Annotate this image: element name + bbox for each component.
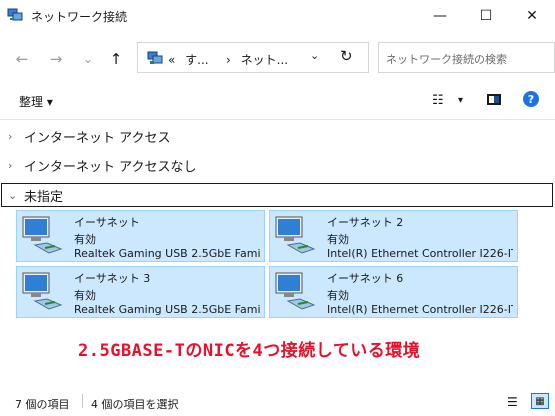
change-view-icon[interactable]: ☷ bbox=[432, 93, 444, 108]
adapter-tile[interactable]: イーサネット 2 有効 Intel(R) Ethernet Controller… bbox=[269, 210, 518, 262]
adapter-status: 有効 bbox=[74, 289, 96, 302]
adapter-device: Intel(R) Ethernet Controller I226-IT bbox=[327, 247, 513, 260]
adapter-tile[interactable]: イーサネット 3 有効 Realtek Gaming USB 2.5GbE Fa… bbox=[16, 266, 265, 318]
network-connections-app-icon bbox=[7, 8, 23, 21]
forward-button[interactable]: → bbox=[45, 49, 67, 69]
close-icon: ✕ bbox=[526, 8, 538, 24]
adapter-name: イーサネット 3 bbox=[74, 272, 151, 285]
forward-arrow-icon: → bbox=[49, 50, 63, 68]
group-label: 未指定 bbox=[24, 189, 64, 205]
minimize-icon: — bbox=[433, 8, 447, 24]
close-button[interactable]: ✕ bbox=[509, 0, 555, 32]
address-history-button[interactable]: ⌄ bbox=[310, 49, 319, 62]
adapter-name: イーサネット bbox=[74, 216, 140, 229]
view-options-chevron-icon[interactable]: ▾ bbox=[458, 95, 463, 106]
ethernet-adapter-icon bbox=[275, 216, 316, 254]
breadcrumb-item[interactable]: す... bbox=[185, 53, 208, 67]
details-view-icon[interactable]: ☰ bbox=[507, 395, 518, 409]
adapter-device: Realtek Gaming USB 2.5GbE Famil... bbox=[74, 303, 260, 316]
ethernet-adapter-icon bbox=[275, 272, 316, 310]
network-connections-icon bbox=[147, 51, 163, 64]
group-header-no-internet-access[interactable]: › インターネット アクセスなし bbox=[6, 153, 551, 177]
maximize-icon: ☐ bbox=[479, 8, 493, 24]
group-header-unspecified[interactable]: ⌄ 未指定 bbox=[1, 183, 553, 207]
command-bar bbox=[0, 84, 555, 120]
chevron-down-icon: ⌄ bbox=[310, 49, 320, 62]
chevron-right-icon: › bbox=[8, 158, 13, 172]
organize-menu-button[interactable]: 整理 ▾ bbox=[19, 93, 53, 110]
up-button[interactable]: ↑ bbox=[105, 49, 127, 69]
group-header-internet-access[interactable]: › インターネット アクセス bbox=[6, 124, 551, 148]
maximize-button[interactable]: ☐ bbox=[463, 0, 509, 32]
search-placeholder: ネットワーク接続の検索 bbox=[386, 53, 507, 66]
breadcrumb-item[interactable]: ネット... bbox=[241, 53, 288, 67]
adapter-tile[interactable]: イーサネット 有効 Realtek Gaming USB 2.5GbE Fami… bbox=[16, 210, 265, 262]
adapter-status: 有効 bbox=[327, 289, 349, 302]
adapter-name: イーサネット 6 bbox=[327, 272, 404, 285]
chevron-down-icon: ⌄ bbox=[8, 188, 18, 202]
preview-pane-icon[interactable] bbox=[487, 94, 501, 105]
help-icon[interactable]: ? bbox=[523, 91, 539, 107]
group-label: インターネット アクセス bbox=[24, 130, 171, 146]
adapter-device: Intel(R) Ethernet Controller I226-IT... bbox=[327, 303, 513, 316]
adapter-device: Realtek Gaming USB 2.5GbE Famil... bbox=[74, 247, 260, 260]
ethernet-adapter-icon bbox=[22, 272, 63, 310]
breadcrumb: « す... bbox=[168, 51, 209, 68]
minimize-button[interactable]: — bbox=[417, 0, 463, 32]
adapter-status: 有効 bbox=[327, 233, 349, 246]
group-label: インターネット アクセスなし bbox=[24, 159, 197, 175]
refresh-button[interactable]: ↻ bbox=[340, 47, 353, 65]
breadcrumb-overflow[interactable]: « bbox=[168, 53, 175, 67]
adapter-tile[interactable]: イーサネット 6 有効 Intel(R) Ethernet Controller… bbox=[269, 266, 518, 318]
up-arrow-icon: ↑ bbox=[109, 50, 123, 68]
chevron-right-icon: › bbox=[8, 129, 13, 143]
window-title: ネットワーク接続 bbox=[31, 10, 128, 24]
breadcrumb-tail: › ネット... bbox=[226, 51, 288, 68]
breadcrumb-separator-icon[interactable]: › bbox=[226, 53, 231, 67]
selected-count: 4 個の項目を選択 bbox=[91, 398, 179, 411]
adapter-name: イーサネット 2 bbox=[327, 216, 404, 229]
chevron-down-icon: ⌄ bbox=[82, 52, 94, 66]
annotation-text: 2.5GBASE-TのNICを4つ接続している環境 bbox=[78, 341, 421, 361]
ethernet-adapter-icon bbox=[22, 216, 63, 254]
recent-locations-button[interactable]: ⌄ bbox=[77, 49, 99, 69]
status-divider bbox=[82, 394, 83, 408]
item-count: 7 個の項目 bbox=[15, 398, 70, 411]
refresh-icon: ↻ bbox=[340, 47, 353, 65]
back-arrow-icon: ← bbox=[15, 50, 29, 68]
back-button[interactable]: ← bbox=[11, 49, 33, 69]
tiles-view-icon[interactable]: ▦ bbox=[531, 393, 549, 409]
adapter-status: 有効 bbox=[74, 233, 96, 246]
